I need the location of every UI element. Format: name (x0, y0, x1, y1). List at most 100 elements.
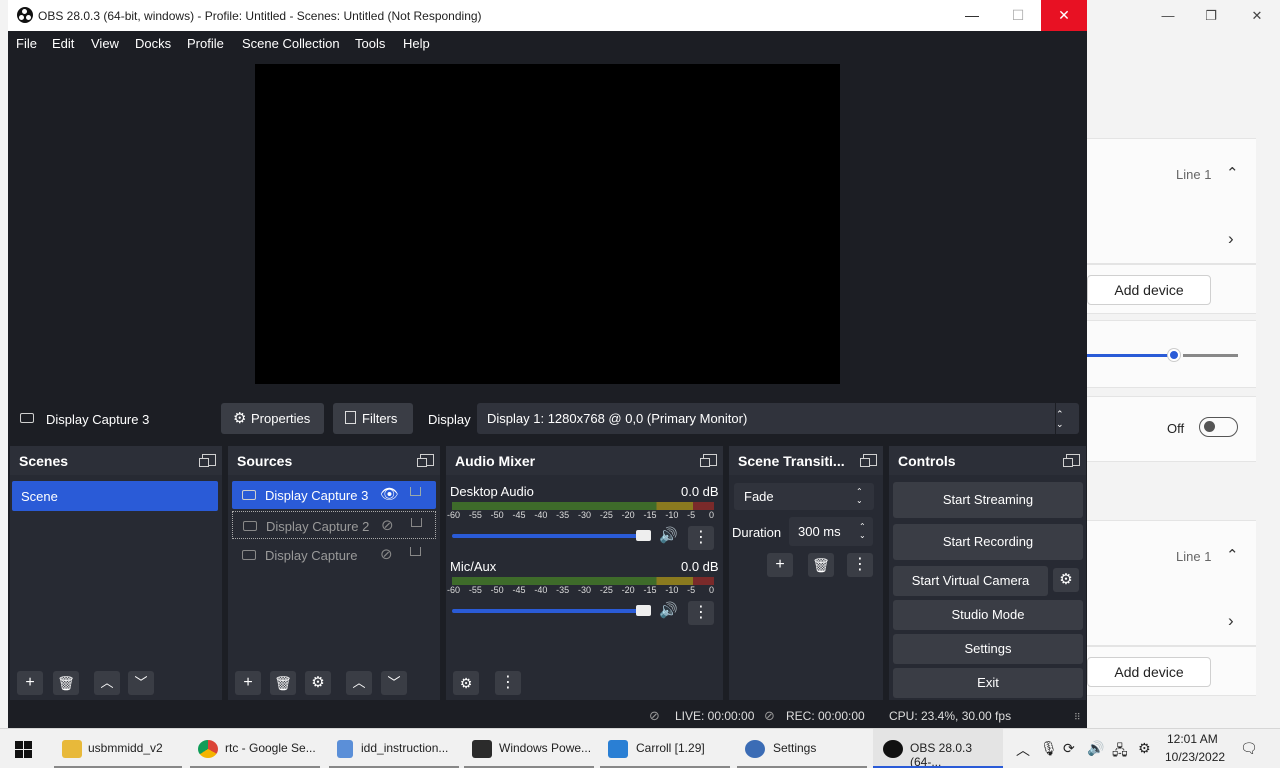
virtual-camera-settings-gear-icon[interactable]: ⚙ (1053, 568, 1079, 592)
remove-scene-button[interactable]: 🗑 (53, 671, 79, 695)
menu-file[interactable]: File (16, 36, 37, 51)
speaker-icon[interactable]: 🔊 (659, 526, 678, 544)
clock-date[interactable]: 10/23/2022 (1165, 750, 1225, 764)
lock-icon[interactable] (410, 487, 421, 496)
remove-transition-button[interactable]: 🗑 (808, 553, 834, 577)
chevron-right-icon[interactable]: › (1228, 611, 1234, 631)
scene-item[interactable]: Scene (12, 481, 218, 511)
source-properties-button[interactable]: ⚙ (305, 671, 331, 695)
taskbar-item-usbmmidd[interactable]: usbmmidd_v2 (54, 729, 182, 768)
advanced-audio-settings-button[interactable]: ⚙ (453, 671, 479, 695)
settings-button[interactable]: Settings (893, 634, 1083, 664)
start-recording-button[interactable]: Start Recording (893, 524, 1083, 560)
start-virtual-camera-button[interactable]: Start Virtual Camera (893, 566, 1048, 596)
menu-help[interactable]: Help (403, 36, 430, 51)
undock-icon[interactable] (1063, 454, 1080, 467)
menu-tools[interactable]: Tools (355, 36, 385, 51)
desktop-audio-menu-button[interactable]: ⋮ (688, 526, 714, 550)
display-select[interactable]: Display 1: 1280x768 @ 0,0 (Primary Monit… (477, 403, 1079, 434)
duration-spinbox[interactable]: 300 ms ⌃ ⌄ (789, 517, 873, 546)
undock-icon[interactable] (199, 454, 216, 467)
start-streaming-button[interactable]: Start Streaming (893, 482, 1083, 518)
controls-dock: Controls Start Streaming Start Recording… (889, 446, 1086, 700)
taskbar-item-chrome[interactable]: rtc - Google Se... (190, 729, 320, 768)
eye-hidden-icon[interactable]: ⊘ (381, 516, 394, 534)
show-hidden-icons-icon[interactable]: ︿ (1016, 740, 1030, 760)
windows-start-icon[interactable] (15, 741, 32, 758)
eye-icon[interactable]: 👁 (380, 485, 399, 503)
mic-aux-volume-slider[interactable] (452, 609, 647, 613)
source-item-display-capture[interactable]: Display Capture ⊘ (232, 541, 436, 569)
audio-mixer-title: Audio Mixer (455, 453, 536, 469)
desktop-audio-volume-thumb[interactable] (636, 530, 651, 541)
microphone-icon[interactable]: 🎙 (1040, 740, 1058, 757)
bg-card-line1-b: Line 1 ⌃ › (1087, 520, 1256, 646)
maximize-button[interactable]: ☐ (995, 0, 1041, 31)
move-scene-down-button[interactable]: ﹀ (128, 671, 154, 695)
taskbar-item-obs[interactable]: OBS 28.0.3 (64-... (873, 729, 1003, 768)
close-button[interactable]: ✕ (1041, 0, 1087, 31)
undock-icon[interactable] (860, 454, 877, 467)
desktop-audio-label: Desktop Audio (450, 484, 534, 499)
clock-time[interactable]: 12:01 AM (1167, 732, 1218, 746)
meter-tick-label: -40 (534, 585, 548, 595)
resize-grip-icon[interactable]: ⠿ (1074, 712, 1081, 723)
volume-icon[interactable]: 🔊 (1087, 740, 1104, 757)
scenes-title: Scenes (19, 453, 69, 469)
lock-icon[interactable] (410, 547, 421, 556)
add-device-button-b[interactable]: Add device (1087, 657, 1211, 687)
network-icon[interactable]: 🖧 (1112, 740, 1128, 764)
taskbar-item-settings[interactable]: Settings (737, 729, 867, 768)
undock-icon[interactable] (417, 454, 434, 467)
taskbar-item-carroll[interactable]: Carroll [1.29] (600, 729, 730, 768)
bg-close-icon[interactable]: ✕ (1249, 8, 1265, 24)
chevron-up-icon[interactable]: ⌃ (1226, 164, 1239, 182)
bg-card-slider (1087, 320, 1256, 388)
mic-aux-volume-thumb[interactable] (636, 605, 651, 616)
menu-docks[interactable]: Docks (135, 36, 171, 51)
move-source-up-button[interactable]: ︿ (346, 671, 372, 695)
move-source-down-button[interactable]: ﹀ (381, 671, 407, 695)
preview-canvas[interactable] (255, 64, 840, 384)
add-transition-button[interactable]: + (767, 553, 793, 577)
bg-maximize-icon[interactable]: ❐ (1203, 8, 1219, 24)
lock-icon[interactable] (411, 518, 422, 527)
studio-mode-button[interactable]: Studio Mode (893, 600, 1083, 630)
remove-source-button[interactable]: 🗑 (270, 671, 296, 695)
mic-aux-menu-button[interactable]: ⋮ (688, 601, 714, 625)
chevron-right-icon[interactable]: › (1228, 229, 1234, 249)
menu-profile[interactable]: Profile (187, 36, 224, 51)
source-item-display-capture-3[interactable]: Display Capture 3 👁 (232, 481, 436, 509)
speaker-icon[interactable]: 🔊 (659, 601, 678, 619)
settings-tray-icon[interactable]: ⚙ (1138, 740, 1151, 757)
notifications-icon[interactable]: 🗨 (1240, 740, 1258, 757)
volume-slider-thumb[interactable] (1168, 349, 1180, 361)
meter-tick-label: -15 (643, 585, 657, 595)
toggle-switch[interactable] (1199, 417, 1238, 437)
taskbar-item-notepad[interactable]: idd_instruction... (329, 729, 459, 768)
exit-button[interactable]: Exit (893, 668, 1083, 698)
spin-arrows-icon[interactable]: ⌃ ⌄ (859, 522, 866, 540)
transition-menu-button[interactable]: ⋮ (847, 553, 873, 577)
desktop-audio-volume-slider[interactable] (452, 534, 647, 538)
minimize-button[interactable]: — (949, 0, 995, 31)
filters-button[interactable]: Filters (333, 403, 413, 434)
audio-mixer-menu-button[interactable]: ⋮ (495, 671, 521, 695)
menu-view[interactable]: View (91, 36, 119, 51)
chevron-up-icon[interactable]: ⌃ (1226, 546, 1239, 564)
add-source-button[interactable]: + (235, 671, 261, 695)
move-scene-up-button[interactable]: ︿ (94, 671, 120, 695)
add-scene-button[interactable]: + (17, 671, 43, 695)
bg-minimize-icon[interactable]: — (1160, 8, 1176, 24)
sync-icon[interactable]: ⟳ (1063, 740, 1075, 757)
source-item-display-capture-2[interactable]: Display Capture 2 ⊘ (232, 511, 436, 539)
taskbar-item-powershell[interactable]: Windows Powe... (464, 729, 594, 768)
menu-edit[interactable]: Edit (52, 36, 74, 51)
eye-hidden-icon[interactable]: ⊘ (380, 545, 393, 563)
menu-scene-collection[interactable]: Scene Collection (242, 36, 340, 51)
transition-select[interactable]: Fade ⌃ ⌄ (734, 483, 874, 510)
add-device-button-a[interactable]: Add device (1087, 275, 1211, 305)
properties-button[interactable]: ⚙ Properties (221, 403, 324, 434)
undock-icon[interactable] (700, 454, 717, 467)
sources-title: Sources (237, 453, 293, 469)
